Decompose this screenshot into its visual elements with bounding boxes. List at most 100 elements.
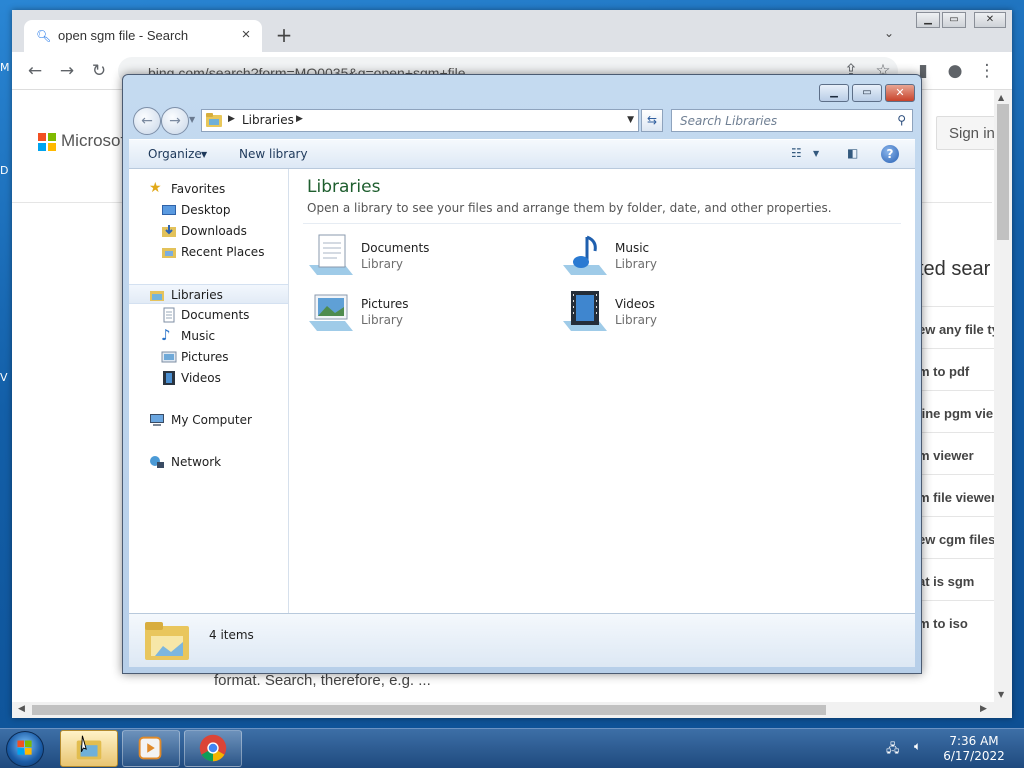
tab-close-button[interactable]: × (238, 26, 254, 44)
result-snippet: format. Search, therefore, e.g. ... (214, 672, 431, 689)
item-count: 4 items (209, 628, 254, 642)
library-item-pictures[interactable]: Pictures Library (307, 287, 547, 339)
back-arrow-icon[interactable]: ← (133, 107, 161, 135)
taskbar-media-player-button[interactable] (122, 730, 180, 767)
new-tab-button[interactable]: + (272, 24, 296, 48)
nav-item-desktop[interactable]: Desktop (129, 200, 288, 220)
search-icon[interactable]: ⚲ (897, 113, 906, 127)
network-icon (150, 456, 164, 468)
minimize-button[interactable]: ▁ (916, 12, 940, 28)
taskbar-chrome-button[interactable] (184, 730, 242, 767)
music-library-icon (563, 235, 607, 275)
reload-icon[interactable]: ↻ (88, 60, 110, 82)
back-arrow-icon[interactable]: ← (24, 60, 46, 82)
related-item[interactable]: line pgm vie (918, 390, 996, 432)
library-item-videos[interactable]: Videos Library (561, 287, 801, 339)
taskbar-explorer-button[interactable] (60, 730, 118, 767)
taskbar: 🖧 🔈︎ 7:36 AM 6/17/2022 (0, 728, 1024, 768)
browser-tab[interactable]: 🔍︎ open sgm file - Search × (24, 20, 262, 52)
address-dropdown-icon[interactable]: ▼ (627, 115, 634, 125)
nav-item-network[interactable]: Network (129, 452, 288, 472)
nav-item-libraries[interactable]: Libraries (129, 284, 288, 304)
related-item[interactable]: m file viewer (918, 474, 996, 516)
vertical-scrollbar[interactable]: ▲ ▼ (994, 90, 1012, 702)
help-icon[interactable]: ? (881, 145, 899, 163)
content-title: Libraries (307, 177, 381, 197)
explorer-window-controls: ▁ ▭ ✕ (819, 84, 915, 104)
scroll-right-icon[interactable]: ▶ (980, 704, 987, 714)
tab-search-icon[interactable]: ⌄ (884, 26, 902, 42)
star-icon: ★ (149, 180, 162, 196)
videos-icon (163, 371, 175, 385)
scroll-down-icon[interactable]: ▼ (998, 690, 1004, 699)
breadcrumb-chevron-icon[interactable]: ▶ (296, 114, 303, 124)
related-item[interactable]: m viewer (918, 432, 996, 474)
horizontal-scrollbar[interactable]: ◀ ▶ (12, 702, 1012, 718)
nav-item-pictures[interactable]: Pictures (129, 347, 288, 367)
nav-item-music[interactable]: ♪ Music (129, 326, 288, 346)
explorer-folder-icon (76, 735, 102, 760)
chrome-icon (199, 734, 227, 762)
breadcrumb-libraries[interactable]: Libraries (242, 113, 294, 127)
address-bar[interactable]: ▶ Libraries ▶ ▼ (201, 109, 639, 132)
documents-library-icon (309, 234, 353, 275)
related-item[interactable]: at is sgm (918, 558, 996, 600)
videos-library-icon (563, 291, 607, 331)
nav-item-downloads[interactable]: Downloads (129, 221, 288, 241)
nav-item-recent-places[interactable]: Recent Places (129, 242, 288, 262)
view-dropdown-icon[interactable]: ▼ (813, 149, 819, 167)
profile-avatar-icon[interactable]: ● (944, 60, 966, 82)
search-favicon-icon: 🔍︎ (36, 29, 52, 43)
related-item[interactable]: ew cgm files (918, 516, 996, 558)
start-button[interactable] (6, 731, 44, 767)
refresh-icon[interactable]: ⇆ (641, 109, 663, 132)
breadcrumb-chevron-icon[interactable]: ▶ (228, 114, 235, 124)
library-item-documents[interactable]: Documents Library (307, 231, 547, 283)
related-item[interactable]: ew any file ty (918, 306, 996, 348)
related-heading: ted sear (918, 258, 991, 280)
nav-item-my-computer[interactable]: My Computer (129, 410, 288, 430)
close-button[interactable]: ✕ (974, 12, 1006, 28)
related-item[interactable]: m to pdf (918, 348, 996, 390)
clock-time: 7:36 AM (949, 734, 999, 748)
scroll-thumb[interactable] (997, 104, 1009, 240)
volume-tray-icon[interactable]: 🔈︎ (914, 739, 921, 754)
menu-kebab-icon[interactable]: ⋮ (976, 60, 998, 82)
scroll-up-icon[interactable]: ▲ (998, 93, 1004, 102)
organize-button[interactable]: Organize (148, 147, 202, 161)
recent-pages-icon[interactable]: ▼ (189, 115, 195, 124)
windows-logo-icon (17, 740, 32, 755)
related-searches: ted sear ew any file ty m to pdf line pg… (918, 244, 996, 702)
nav-item-favorites[interactable]: ★ Favorites (129, 179, 288, 199)
network-tray-icon[interactable]: 🖧 (886, 739, 899, 760)
search-input[interactable]: Search Libraries ⚲ (671, 109, 913, 132)
libraries-folder-icon (206, 113, 222, 127)
scroll-left-icon[interactable]: ◀ (18, 704, 25, 714)
media-player-icon (138, 736, 162, 760)
forward-arrow-icon[interactable]: → (161, 107, 189, 135)
forward-arrow-icon[interactable]: → (56, 60, 78, 82)
nav-item-videos[interactable]: Videos (129, 368, 288, 388)
minimize-button[interactable]: ▁ (819, 84, 849, 102)
close-button[interactable]: ✕ (885, 84, 915, 102)
microsoft-logo-icon (38, 133, 56, 151)
maximize-button[interactable]: ▭ (942, 12, 966, 28)
explorer-window: ▁ ▭ ✕ ← → ▼ ▶ Libraries ▶ ▼ ⇆ Search Lib… (122, 74, 922, 674)
view-options-icon[interactable]: ☷ (791, 146, 802, 164)
clock[interactable]: 7:36 AM 6/17/2022 (938, 734, 1010, 764)
organize-dropdown-icon[interactable]: ▼ (201, 150, 207, 159)
nav-item-documents[interactable]: Documents (129, 305, 288, 325)
chrome-window-controls: ▁ ▭ ✕ (916, 10, 1008, 30)
details-pane: 4 items (129, 613, 915, 667)
clock-date: 6/17/2022 (943, 749, 1005, 763)
related-item[interactable]: m to iso (918, 600, 996, 642)
maximize-button[interactable]: ▭ (852, 84, 882, 102)
documents-icon (163, 307, 175, 323)
libraries-icon (150, 291, 164, 301)
library-item-music[interactable]: Music Library (561, 231, 801, 283)
tab-strip: 🔍︎ open sgm file - Search × + ⌄ ▁ ▭ ✕ (12, 10, 1012, 52)
new-library-button[interactable]: New library (239, 147, 308, 161)
computer-icon (150, 414, 164, 426)
scroll-thumb[interactable] (32, 705, 826, 715)
preview-pane-icon[interactable]: ◧ (847, 146, 858, 164)
